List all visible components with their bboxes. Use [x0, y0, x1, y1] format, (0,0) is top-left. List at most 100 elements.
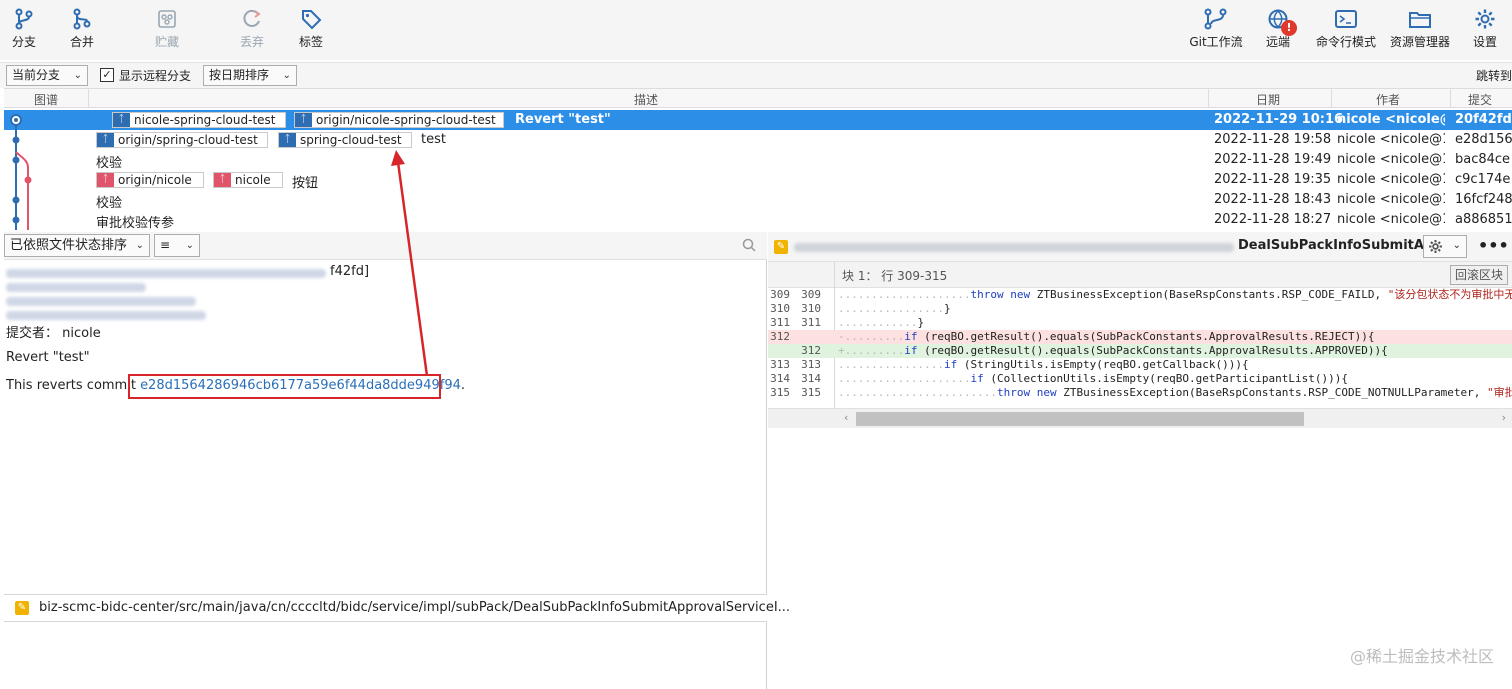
code-text: +.........if (reqBO.getResult().equals(S… [838, 344, 1388, 357]
commit-row[interactable]: 校验 2022-11-28 19:49 nicole <nicole@1 bac… [4, 150, 1512, 171]
commit-date: 2022-11-29 10:16 [1214, 112, 1344, 127]
commit-author: nicole <nicole@1 [1337, 192, 1445, 207]
col-date[interactable]: 日期 [1256, 91, 1280, 108]
branch-button[interactable]: 分支 [0, 4, 54, 56]
discard-button[interactable]: 丢弃 [222, 4, 282, 56]
new-line-number: 315 [801, 386, 821, 399]
branch-ref-remote[interactable]: ᛏ origin/nicole [96, 172, 204, 188]
new-line-number: 314 [801, 372, 821, 385]
merge-button[interactable]: 合并 [52, 4, 112, 56]
rollback-hunk-button[interactable]: 回滚区块 [1449, 265, 1508, 285]
more-options-icon[interactable]: ••• [1478, 236, 1509, 255]
diff-line[interactable]: 309 309 ....................throw new ZTBu… [768, 288, 1512, 302]
diff-pane: ✎ DealSubPackInfoSubmitAp... ⌄ ••• 块 1： … [768, 232, 1512, 689]
commit-message: 校验 [96, 156, 123, 171]
chevron-down-icon: ⌄ [73, 70, 82, 81]
view-mode-select[interactable]: ≡ ⌄ [154, 234, 200, 257]
scroll-right-icon[interactable]: › [1502, 411, 1506, 424]
git-flow-button[interactable]: Git工作流 [1185, 4, 1247, 56]
code-text: ....................if (CollectionUtils.… [838, 372, 1348, 385]
commit-node [12, 136, 20, 144]
commit-node [12, 196, 20, 204]
discard-label: 丢弃 [239, 35, 264, 49]
commit-message: 审批校验传参 [96, 216, 175, 230]
new-line-number: 312 [801, 344, 821, 357]
new-line-number: 313 [801, 358, 821, 371]
diff-options-select[interactable]: ⌄ [1423, 235, 1467, 258]
chevron-down-icon: ⌄ [282, 70, 291, 81]
diff-line[interactable]: 312 +.........if (reqBO.getResult().equal… [768, 344, 1512, 358]
file-sort-select[interactable]: 已依照文件状态排序 ⌄ [4, 234, 150, 257]
diff-line[interactable]: 315 315 ........................throw new … [768, 386, 1512, 400]
commit-author: nicole <nicole@1 [1337, 152, 1445, 167]
explorer-button[interactable]: 资源管理器 [1386, 4, 1454, 56]
branch-ref-local[interactable]: ᛏ nicole [213, 172, 283, 188]
stash-button[interactable]: 贮藏 [137, 4, 197, 56]
explorer-label: 资源管理器 [1389, 35, 1450, 49]
commit-node [24, 176, 32, 184]
show-remote-label: 显示远程分支 [119, 69, 192, 83]
hunk-label: 块 1： 行 309-315 [842, 269, 948, 283]
changed-file-row[interactable]: ✎ biz-scmc-bidc-center/src/main/java/cn/… [4, 594, 790, 622]
git-flow-label: Git工作流 [1189, 35, 1243, 49]
branch-ref-remote[interactable]: ᛏ origin/nicole-spring-cloud-test [294, 112, 504, 128]
branch-ref-remote[interactable]: ᛏ origin/spring-cloud-test [96, 132, 268, 148]
terminal-button[interactable]: 命令行模式 [1310, 4, 1382, 56]
commit-date: 2022-11-28 18:27 [1214, 212, 1332, 227]
scroll-left-icon[interactable]: ‹ [844, 411, 848, 424]
tag-button[interactable]: 标签 [281, 4, 341, 56]
branch-ref-local[interactable]: ᛏ spring-cloud-test [278, 132, 412, 148]
commit-row[interactable]: 审批校验传参 2022-11-28 18:27 nicole <nicole@1… [4, 210, 1512, 230]
col-description[interactable]: 描述 [634, 91, 658, 108]
settings-button[interactable]: 设置 [1457, 4, 1512, 56]
commit-author: nicole <nicole@1 [1337, 172, 1445, 187]
remote-button[interactable]: ! 远端 [1248, 4, 1308, 56]
commit-date: 2022-11-28 19:35 [1214, 172, 1332, 187]
sort-select[interactable]: 按日期排序 ⌄ [203, 65, 297, 86]
committer-line: 提交者： nicole [6, 326, 101, 341]
diff-line[interactable]: 314 314 ....................if (Collection… [768, 372, 1512, 386]
col-commit[interactable]: 提交 [1468, 91, 1492, 108]
commit-row[interactable]: 校验 2022-11-28 18:43 nicole <nicole@1 16f… [4, 190, 1512, 211]
search-icon[interactable] [742, 238, 756, 252]
branch-filter-select[interactable]: 当前分支 ⌄ [6, 65, 88, 86]
filter-bar: 当前分支 ⌄ ✓ 显示远程分支 按日期排序 ⌄ 跳转到 [0, 62, 1512, 88]
chevron-down-icon: ⌄ [185, 240, 194, 251]
commit-row[interactable]: ᛏ origin/nicole ᛏ nicole 按钮 2022-11-28 19:… [4, 170, 1512, 191]
diff-line[interactable]: 310 310................} [768, 302, 1512, 316]
show-remote-checkbox[interactable]: ✓ [100, 68, 114, 82]
commit-node [12, 156, 20, 164]
redacted-path [794, 243, 1234, 252]
commit-row[interactable]: ᛏ nicole-spring-cloud-test ᛏ origin/nicole… [4, 110, 1512, 130]
merge-icon [73, 8, 91, 30]
stash-label: 贮藏 [154, 35, 179, 49]
tag-label: 标签 [298, 35, 323, 49]
branch-filter-value: 当前分支 [12, 68, 61, 82]
horizontal-scrollbar[interactable]: ‹ › [768, 408, 1512, 428]
branch-ref-local[interactable]: ᛏ nicole-spring-cloud-test [112, 112, 286, 128]
diff-line[interactable]: 311 311............} [768, 316, 1512, 330]
list-view-icon: ≡ [160, 238, 171, 252]
commit-hash: bac84ce [1455, 152, 1511, 167]
scrollbar-thumb[interactable] [856, 412, 1304, 426]
code-text: ............} [838, 316, 925, 329]
col-graph[interactable]: 图谱 [34, 91, 58, 108]
commit-author: nicole <nicole@ [1337, 112, 1445, 127]
old-line-number: 315 [770, 386, 790, 399]
commit-hash-full: f42fd] [330, 264, 370, 279]
diff-line[interactable]: 313 313 ................if (StringUtils.is… [768, 358, 1512, 372]
tag-icon [302, 10, 322, 30]
commit-hash: e28d156 [1455, 132, 1512, 147]
diff-line[interactable]: 312 -.........if (reqBO.getResult().equal… [768, 330, 1512, 344]
col-author[interactable]: 作者 [1376, 91, 1400, 108]
branch-icon [15, 8, 33, 30]
old-line-number: 309 [770, 288, 790, 301]
commit-row[interactable]: ᛏ origin/spring-cloud-test ᛏ spring-cloud-… [4, 130, 1512, 150]
col-divider [1450, 89, 1451, 108]
code-text: ....................throw new ZTBusiness… [838, 288, 1512, 301]
jump-to-label[interactable]: 跳转到 [1476, 67, 1512, 84]
branch-icon: ᛏ [97, 133, 114, 147]
hunk-header: 块 1： 行 309-315 回滚区块 [768, 262, 1512, 288]
diff-code: 309 309 ....................throw new ZTBu… [768, 288, 1512, 408]
commit-date: 2022-11-28 18:43 [1214, 192, 1332, 207]
